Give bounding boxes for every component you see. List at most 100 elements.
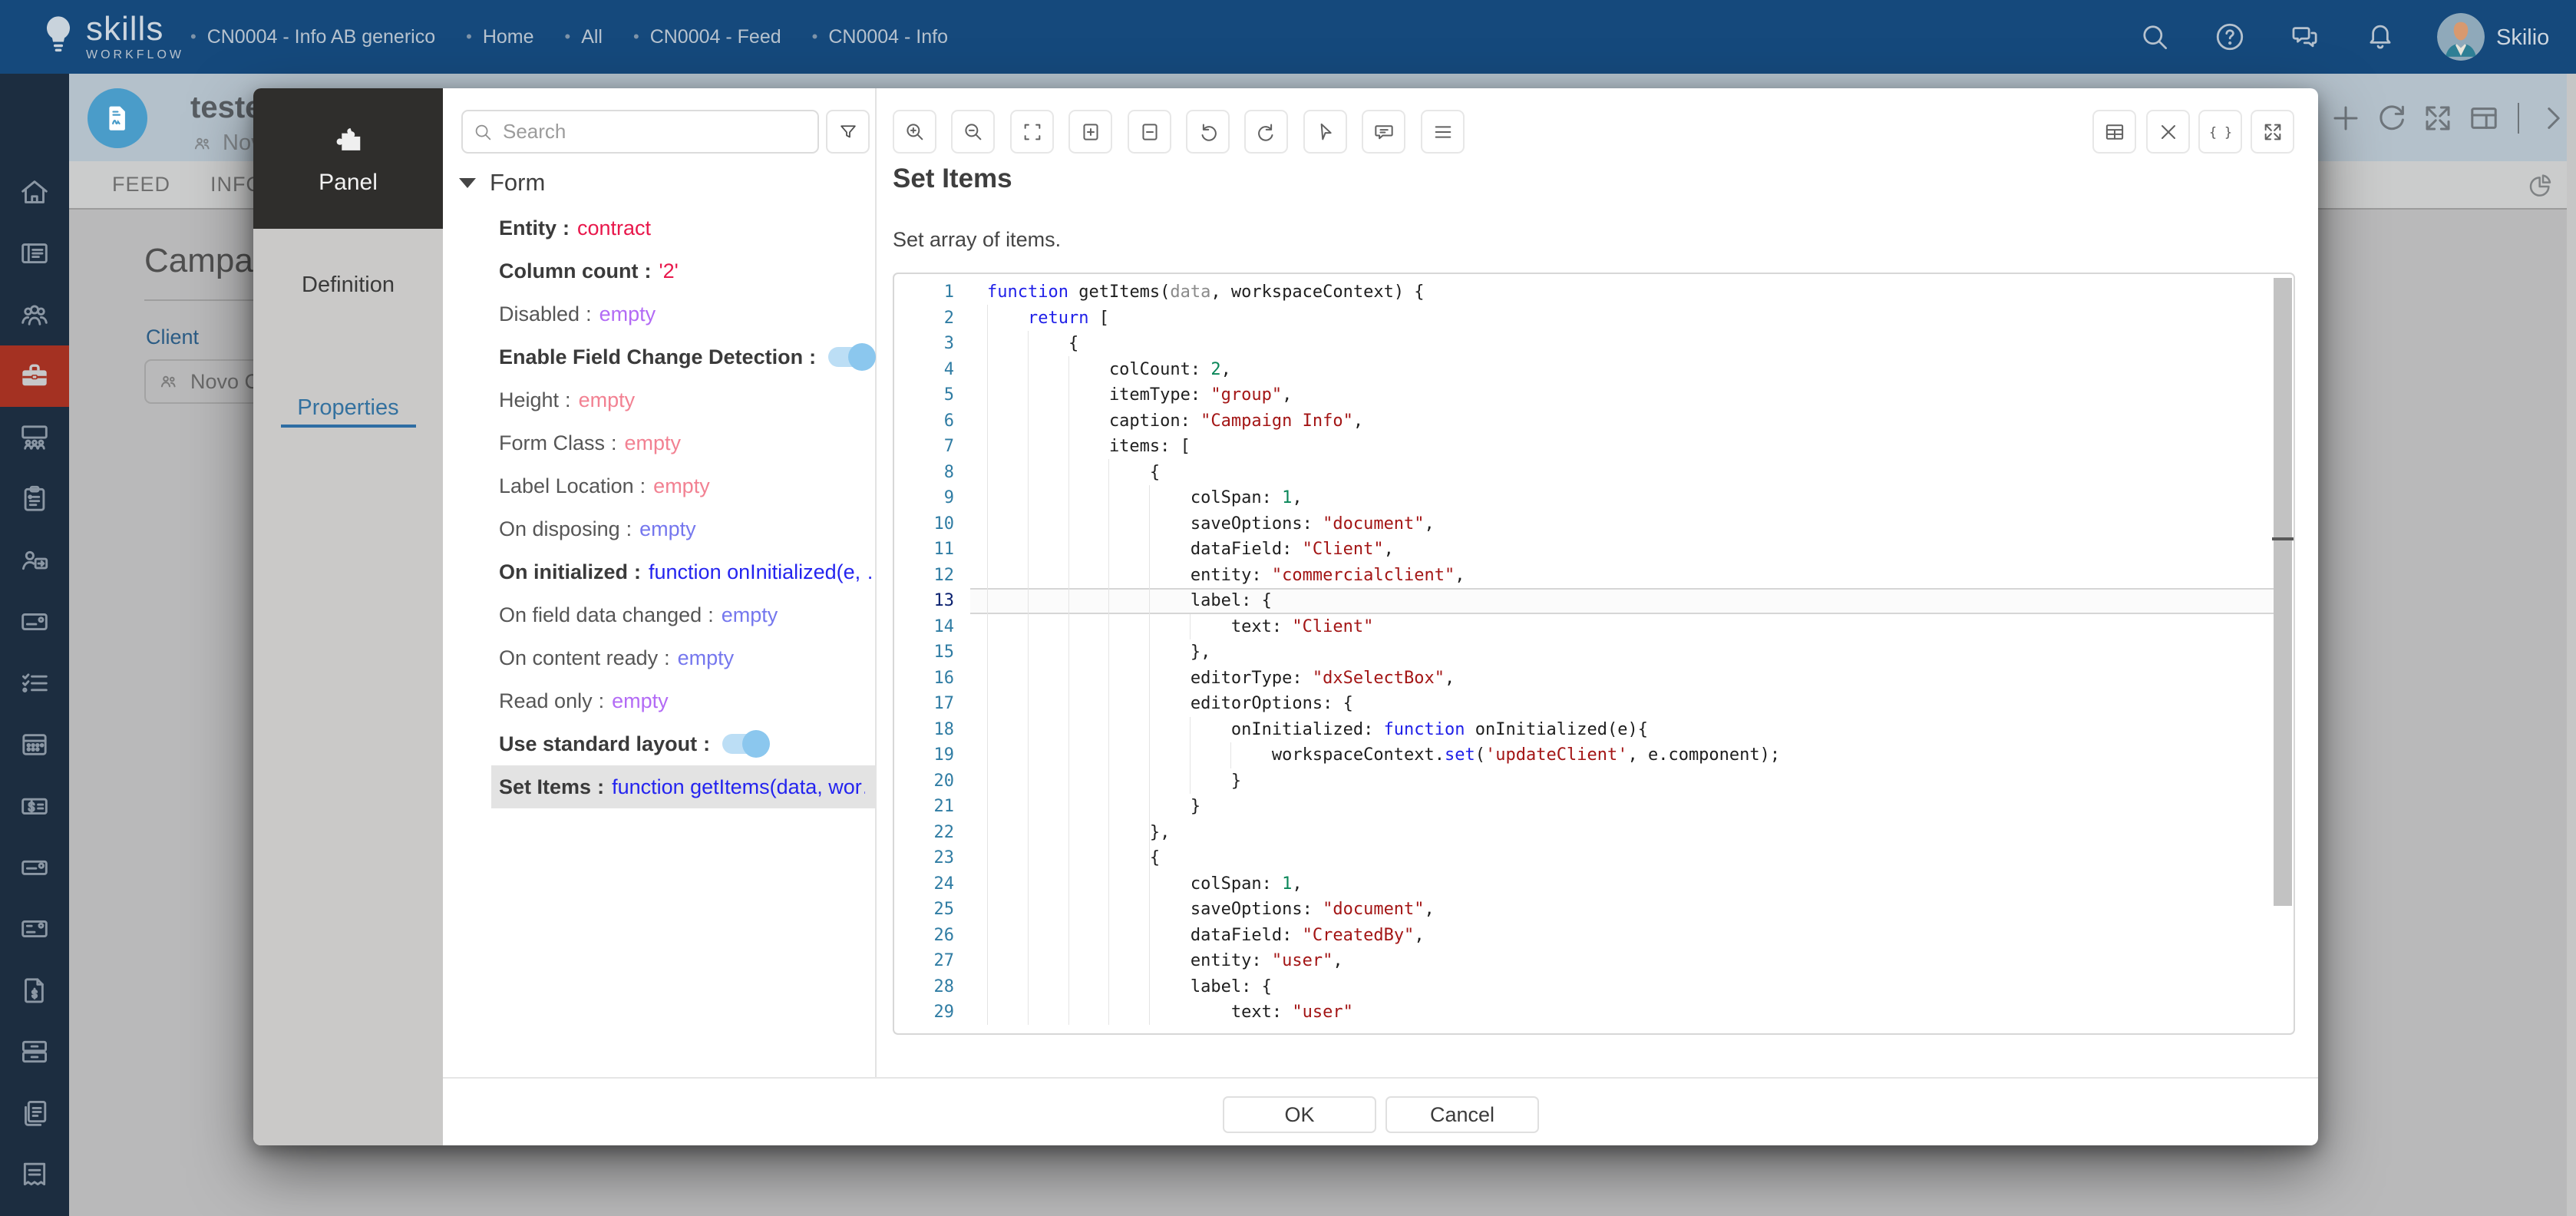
property-row-column-count[interactable]: Column count:'2' <box>491 249 875 292</box>
sidebar-item-clipboard[interactable] <box>0 468 69 530</box>
breadcrumb-item[interactable]: •CN0004 - Info <box>812 26 948 48</box>
undo-button[interactable] <box>1186 110 1230 154</box>
sidebar-item-id-card[interactable] <box>0 591 69 653</box>
property-value: empty <box>612 689 669 713</box>
breadcrumb-item[interactable]: •Home <box>466 26 533 48</box>
property-row-disabled[interactable]: Disabled:empty <box>491 292 875 335</box>
property-row-on-disposing[interactable]: On disposing:empty <box>491 507 875 550</box>
property-row-enable-field-change-detection[interactable]: Enable Field Change Detection: <box>491 335 875 378</box>
scrollbar-thumb[interactable] <box>2274 278 2292 906</box>
property-label: On content ready <box>499 646 658 670</box>
sidebar-item-person-share[interactable] <box>0 530 69 591</box>
code-line-27: 27 entity: "user", <box>894 948 2294 974</box>
braces-button[interactable]: { } <box>2198 110 2242 154</box>
filter-button[interactable] <box>826 110 870 154</box>
avatar[interactable] <box>2437 13 2485 61</box>
menu-button[interactable] <box>1421 110 1465 154</box>
sidebar-item-book[interactable] <box>0 223 69 284</box>
chart-toggle-button[interactable] <box>2524 170 2555 201</box>
screen: skills WORKFLOW •CN0004 - Info AB generi… <box>0 0 2576 1216</box>
line-number: 13 <box>894 588 954 614</box>
sidebar-item-envelope[interactable] <box>0 837 69 898</box>
breadcrumb-item[interactable]: •All <box>565 26 603 48</box>
form-group-header[interactable]: Form <box>459 169 545 197</box>
property-row-on-field-data-changed[interactable]: On field data changed:empty <box>491 593 875 636</box>
search-input[interactable] <box>501 119 796 144</box>
property-value: empty <box>678 646 735 670</box>
user-name[interactable]: Skilio <box>2496 25 2549 51</box>
sidebar-item-presentation[interactable] <box>0 407 69 468</box>
ok-button[interactable]: OK <box>1223 1096 1376 1133</box>
sidebar-item-money-card[interactable] <box>0 775 69 837</box>
zoom-in-button[interactable] <box>893 110 936 154</box>
tab-feed[interactable]: FEED <box>112 173 170 197</box>
plus-button[interactable] <box>2327 100 2364 137</box>
line-number: 5 <box>894 382 954 408</box>
property-row-form-class[interactable]: Form Class:empty <box>491 421 875 464</box>
bell-icon[interactable] <box>2363 20 2397 54</box>
property-row-entity[interactable]: Entity:contract <box>491 207 875 249</box>
editor-scrollbar[interactable] <box>2272 274 2294 1033</box>
toggle-switch[interactable] <box>722 734 767 754</box>
tab-properties[interactable]: Properties <box>253 395 443 421</box>
line-number: 14 <box>894 614 954 640</box>
comment-button[interactable] <box>1362 110 1405 154</box>
property-row-on-initialized[interactable]: On initialized:function onInitialized(e,… <box>491 550 875 593</box>
app-logo[interactable]: skills WORKFLOW <box>38 12 184 61</box>
code-line-11: 11 dataField: "Client", <box>894 537 2294 563</box>
editor-description: Set array of items. <box>893 228 1061 252</box>
page-scrollbar[interactable] <box>2567 74 2576 1216</box>
editor-title: Set Items <box>893 164 1012 194</box>
sidebar-item-archive[interactable] <box>0 1021 69 1082</box>
line-number: 9 <box>894 485 954 511</box>
property-row-read-only[interactable]: Read only:empty <box>491 679 875 722</box>
properties-search[interactable] <box>461 110 819 154</box>
chat-icon[interactable] <box>2288 20 2322 54</box>
pointer-button[interactable] <box>1303 110 1347 154</box>
property-row-set-items[interactable]: Set Items:function getItems(data, wor… <box>491 765 875 808</box>
breadcrumb-item[interactable]: •CN0004 - Info AB generico <box>190 26 435 48</box>
expand-button[interactable] <box>2419 100 2456 137</box>
sidebar-item-people[interactable] <box>0 284 69 345</box>
sidebar-item-card-save[interactable] <box>0 898 69 960</box>
svg-text:{ }: { } <box>2208 125 2231 140</box>
line-number: 21 <box>894 794 954 820</box>
sidebar-item-doc-dollar[interactable] <box>0 960 69 1021</box>
line-number: 24 <box>894 871 954 897</box>
sidebar-item-receipt[interactable] <box>0 1144 69 1205</box>
property-row-on-content-ready[interactable]: On content ready:empty <box>491 636 875 679</box>
tab-definition[interactable]: Definition <box>253 273 443 298</box>
sidebar-item-calendar[interactable] <box>0 714 69 775</box>
maximize-button[interactable] <box>2251 110 2294 154</box>
line-number: 26 <box>894 923 954 949</box>
property-row-height[interactable]: Height:empty <box>491 378 875 421</box>
chevron-right-button[interactable] <box>2535 100 2571 137</box>
breadcrumb-item[interactable]: •CN0004 - Feed <box>633 26 781 48</box>
sidebar-item-doc-copy[interactable] <box>0 1082 69 1144</box>
bullet-icon: • <box>466 27 472 47</box>
code-line-21: 21 } <box>894 794 2294 820</box>
redo-button[interactable] <box>1244 110 1288 154</box>
refresh-button[interactable] <box>2373 100 2410 137</box>
box-plus-button[interactable] <box>1068 110 1112 154</box>
close-button[interactable] <box>2146 110 2190 154</box>
people-icon <box>190 131 215 156</box>
property-row-label-location[interactable]: Label Location:empty <box>491 464 875 507</box>
people-icon <box>157 369 181 394</box>
fit-button[interactable] <box>1010 110 1054 154</box>
code-editor[interactable]: 1function getItems(data, workspaceContex… <box>893 273 2295 1035</box>
zoom-out-button[interactable] <box>951 110 995 154</box>
cancel-button[interactable]: Cancel <box>1385 1096 1539 1133</box>
property-row-use-standard-layout[interactable]: Use standard layout: <box>491 722 875 765</box>
sidebar-item-briefcase[interactable] <box>0 345 69 407</box>
sidebar-item-checklist[interactable] <box>0 653 69 714</box>
layout-table-button[interactable] <box>2465 100 2502 137</box>
property-label: On initialized <box>499 560 628 584</box>
sidebar-item-home[interactable] <box>0 161 69 223</box>
property-list: Entity:contractColumn count:'2'Disabled:… <box>443 207 875 808</box>
search-icon[interactable] <box>2138 20 2171 54</box>
help-icon[interactable] <box>2213 20 2247 54</box>
box-minus-button[interactable] <box>1128 110 1171 154</box>
toggle-switch[interactable] <box>828 347 873 367</box>
table-button[interactable] <box>2092 110 2136 154</box>
